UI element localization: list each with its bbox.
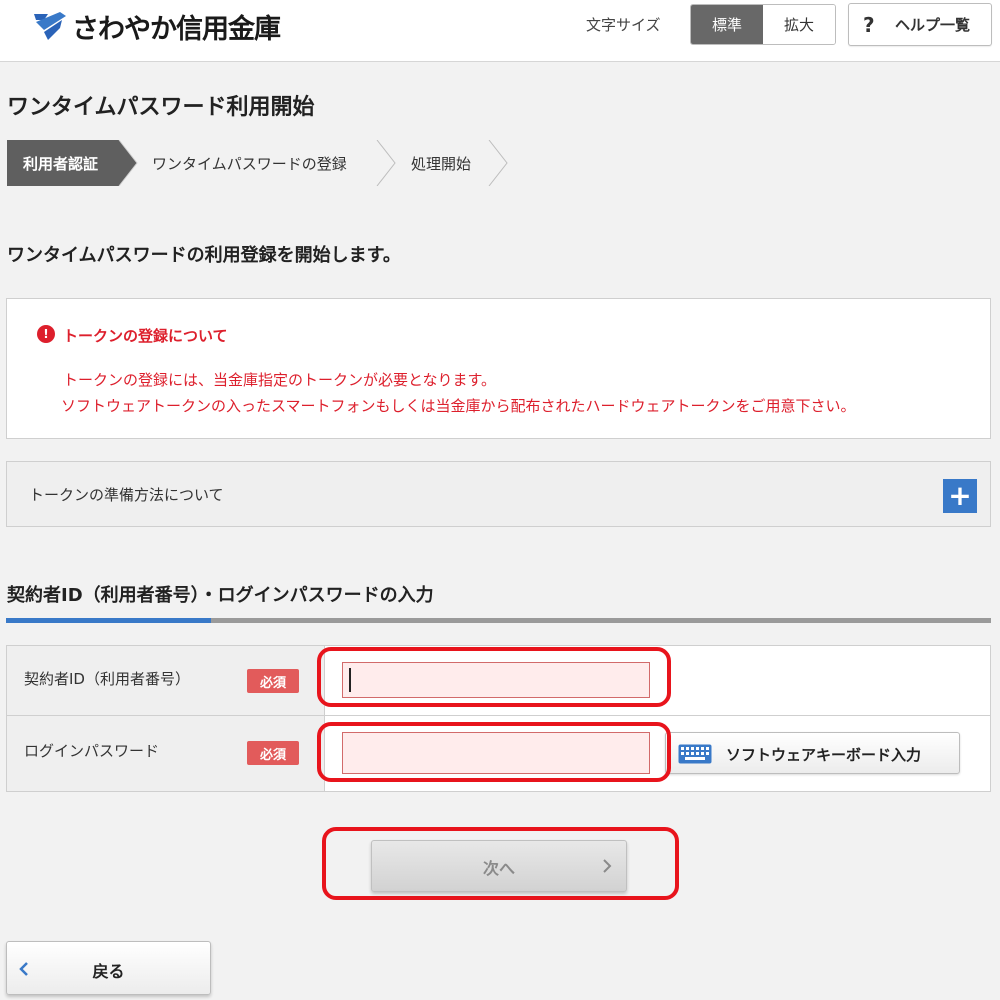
section-divider-accent xyxy=(6,618,211,623)
bank-logo[interactable]: さわやか信用金庫 xyxy=(30,6,281,46)
bank-name: さわやか信用金庫 xyxy=(72,13,281,45)
password-input[interactable] xyxy=(342,732,650,774)
next-label: 次へ xyxy=(482,859,515,878)
fontsize-label: 文字サイズ xyxy=(586,16,661,34)
required-badge: 必須 xyxy=(247,741,299,765)
software-keyboard-button[interactable]: ソフトウェアキーボード入力 xyxy=(665,732,960,774)
notice-title: トークンの登録について xyxy=(63,327,228,345)
accordion-label: トークンの準備方法について xyxy=(29,486,224,504)
expand-plus-icon[interactable]: + xyxy=(943,479,977,513)
help-list-button[interactable]: ? ヘルプ一覧 xyxy=(848,3,992,46)
notice-text-line-2: ソフトウェアトークンの入ったスマートフォンもしくは当金庫から配布されたハードウェ… xyxy=(61,397,856,415)
contract-id-label: 契約者ID（利用者番号） xyxy=(24,670,190,688)
page-title: ワンタイムパスワード利用開始 xyxy=(7,95,315,120)
contract-id-label-cell: 契約者ID（利用者番号） 必須 xyxy=(7,646,325,715)
back-label: 戻る xyxy=(92,962,125,981)
chevron-right-icon xyxy=(603,859,612,873)
token-notice: ! トークンの登録について トークンの登録には、当金庫指定のトークンが必要となり… xyxy=(6,298,991,439)
contract-id-row: 契約者ID（利用者番号） 必須 xyxy=(7,646,990,716)
back-button[interactable]: 戻る xyxy=(6,941,211,995)
help-list-label: ヘルプ一覧 xyxy=(895,16,971,34)
step-process-start: 処理開始 xyxy=(411,155,472,173)
lead-text: ワンタイムパスワードの利用登録を開始します。 xyxy=(7,245,401,266)
contract-id-input[interactable] xyxy=(342,662,650,698)
token-preparation-accordion[interactable]: トークンの準備方法について + xyxy=(6,461,991,527)
password-label-cell: ログインパスワード 必須 xyxy=(7,716,325,791)
section-title: 契約者ID（利用者番号）・ログインパスワードの入力 xyxy=(7,585,434,606)
step-otp-register: ワンタイムパスワードの登録 xyxy=(152,155,347,173)
keyboard-icon xyxy=(678,744,712,764)
header: さわやか信用金庫 文字サイズ 標準 拡大 ? ヘルプ一覧 xyxy=(0,0,1000,62)
required-badge: 必須 xyxy=(247,669,299,693)
fontsize-large-button[interactable]: 拡大 xyxy=(763,5,835,44)
alert-icon: ! xyxy=(37,325,55,343)
question-icon: ? xyxy=(863,12,875,37)
software-keyboard-label: ソフトウェアキーボード入力 xyxy=(726,746,922,764)
notice-text-line-1: トークンの登録には、当金庫指定のトークンが必要となります。 xyxy=(63,371,497,389)
section-divider xyxy=(6,618,991,623)
fontsize-standard-button[interactable]: 標準 xyxy=(691,5,763,44)
login-form: 契約者ID（利用者番号） 必須 ログインパスワード 必須 ソフトウェアキーボード… xyxy=(6,645,991,792)
next-button[interactable]: 次へ xyxy=(371,840,627,892)
step-indicator: 利用者認証 ワンタイムパスワードの登録 処理開始 xyxy=(7,140,527,186)
text-cursor xyxy=(349,668,351,692)
step-user-auth: 利用者認証 xyxy=(23,155,99,173)
password-row: ログインパスワード 必須 ソフトウェアキーボード入力 xyxy=(7,716,990,791)
bank-logo-icon xyxy=(34,12,66,40)
fontsize-toggle: 標準 拡大 xyxy=(690,4,836,45)
password-label: ログインパスワード xyxy=(24,742,160,760)
